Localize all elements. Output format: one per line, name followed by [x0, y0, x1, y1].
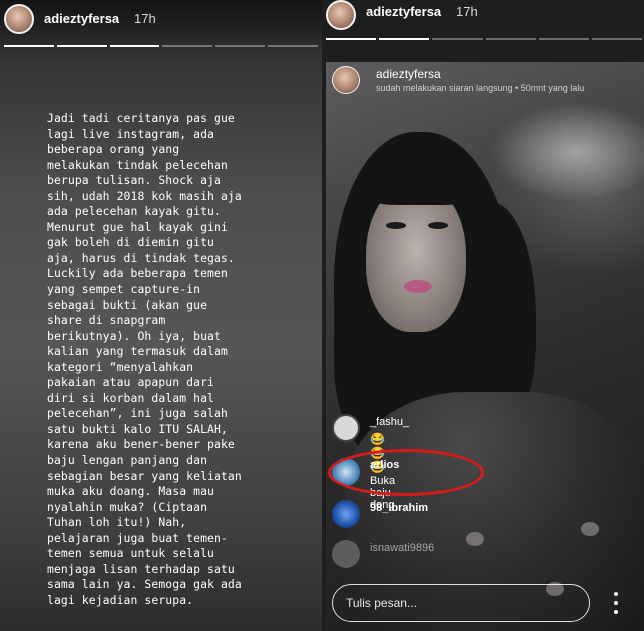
story-text: Jadi tadi ceritanya pas gue lagi live in… — [47, 111, 242, 607]
story-progress-bar — [4, 45, 318, 47]
eye-shape — [428, 222, 448, 229]
story-timestamp: 17h — [134, 11, 156, 26]
bangs-shape — [360, 160, 480, 205]
live-header: adieztyfersa sudah melakukan siaran lang… — [332, 62, 642, 102]
comment-username[interactable]: 98_ibrahim — [370, 502, 428, 514]
comment-username[interactable]: isnawati9896 — [370, 542, 434, 554]
story-header-shade — [0, 0, 322, 60]
avatar[interactable] — [332, 500, 360, 528]
progress-segment — [326, 38, 377, 40]
avatar[interactable] — [326, 0, 356, 30]
pajama-flower — [581, 522, 599, 536]
progress-segment — [162, 45, 213, 47]
story-username[interactable]: adieztyfersa — [44, 11, 119, 26]
eye-shape — [386, 222, 406, 229]
avatar[interactable] — [332, 414, 360, 442]
progress-segment — [591, 38, 643, 40]
right-story-panel: adieztyfersa 17h adieztyfersa sudah mela… — [322, 0, 644, 631]
dot — [614, 592, 618, 596]
progress-segment — [485, 38, 536, 40]
lips-shape — [404, 280, 432, 293]
dot — [614, 601, 618, 605]
progress-segment — [432, 38, 483, 40]
progress-segment — [4, 45, 54, 47]
pajama-flower — [466, 532, 484, 546]
more-options-icon[interactable] — [602, 590, 632, 616]
story-username[interactable]: adieztyfersa — [366, 4, 441, 19]
progress-segment — [215, 45, 266, 47]
progress-segment — [109, 45, 160, 47]
avatar[interactable] — [332, 540, 360, 568]
live-avatar[interactable] — [332, 66, 360, 94]
highlight-circle-annotation — [328, 449, 484, 496]
story-timestamp: 17h — [456, 4, 478, 19]
story-progress-bar — [326, 38, 643, 40]
left-story-panel: adieztyfersa 17h Jadi tadi ceritanya pas… — [0, 0, 322, 631]
comment-input[interactable]: Tulis pesan... — [332, 584, 590, 622]
progress-segment — [56, 45, 107, 47]
progress-segment — [268, 45, 318, 47]
comment-input-placeholder: Tulis pesan... — [346, 596, 417, 610]
live-subtitle: sudah melakukan siaran langsung • 50mnt … — [376, 83, 585, 93]
progress-segment — [538, 38, 589, 40]
dot — [614, 610, 618, 614]
comment-username[interactable]: _fashu_ — [370, 416, 409, 428]
live-username[interactable]: adieztyfersa — [376, 67, 441, 81]
avatar[interactable] — [4, 4, 34, 34]
progress-segment — [379, 38, 430, 40]
